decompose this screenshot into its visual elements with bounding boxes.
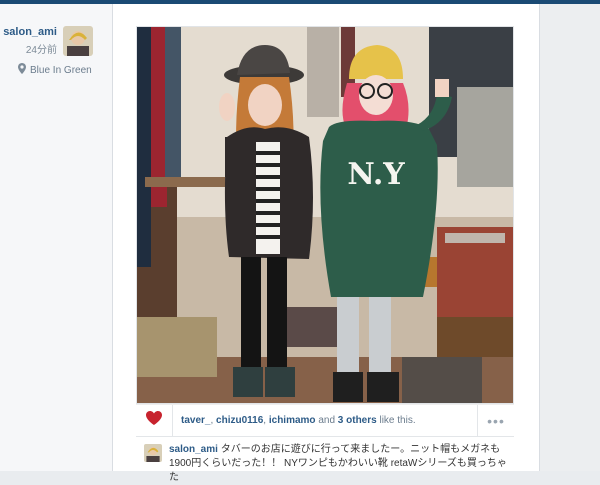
heart-icon bbox=[145, 410, 163, 431]
right-gutter bbox=[538, 4, 600, 471]
caption-username[interactable]: salon_ami bbox=[169, 444, 218, 455]
caption-text: salon_ami タバーのお店に遊びに行って来ましたー。ニット帽もメガネも 1… bbox=[169, 443, 514, 485]
location-label: Blue In Green bbox=[30, 64, 92, 76]
post-time[interactable]: 24分前 bbox=[0, 41, 57, 56]
liker-chizu0116[interactable]: chizu0116 bbox=[216, 415, 263, 426]
post-username[interactable]: salon_ami bbox=[0, 26, 57, 38]
avatar[interactable] bbox=[63, 26, 93, 56]
liker-ichimamo[interactable]: ichimamo bbox=[269, 415, 316, 426]
likes-and: and bbox=[315, 415, 338, 426]
liker-taver[interactable]: taver_ bbox=[181, 415, 210, 426]
likes-text: taver_, chizu0116, ichimamo and 3 others… bbox=[173, 415, 477, 426]
map-pin-icon bbox=[18, 63, 26, 77]
photo-illustration: N.Y bbox=[137, 27, 513, 403]
post-photo[interactable]: N.Y bbox=[136, 26, 514, 404]
location-link[interactable]: Blue In Green bbox=[18, 63, 92, 77]
likes-suffix: like this. bbox=[376, 415, 416, 426]
likes-others-link[interactable]: 3 others bbox=[338, 415, 377, 426]
shirt-text: N.Y bbox=[347, 157, 405, 192]
more-dots-icon: ••• bbox=[487, 412, 505, 429]
like-button[interactable] bbox=[136, 404, 173, 437]
likes-bar: taver_, chizu0116, ichimamo and 3 others… bbox=[136, 404, 514, 437]
caption-avatar[interactable] bbox=[144, 444, 162, 462]
more-options-button[interactable]: ••• bbox=[477, 404, 514, 437]
caption-line-1: タバーのお店に遊びに行って来ましたー。ニット帽もメガネも bbox=[220, 444, 501, 455]
